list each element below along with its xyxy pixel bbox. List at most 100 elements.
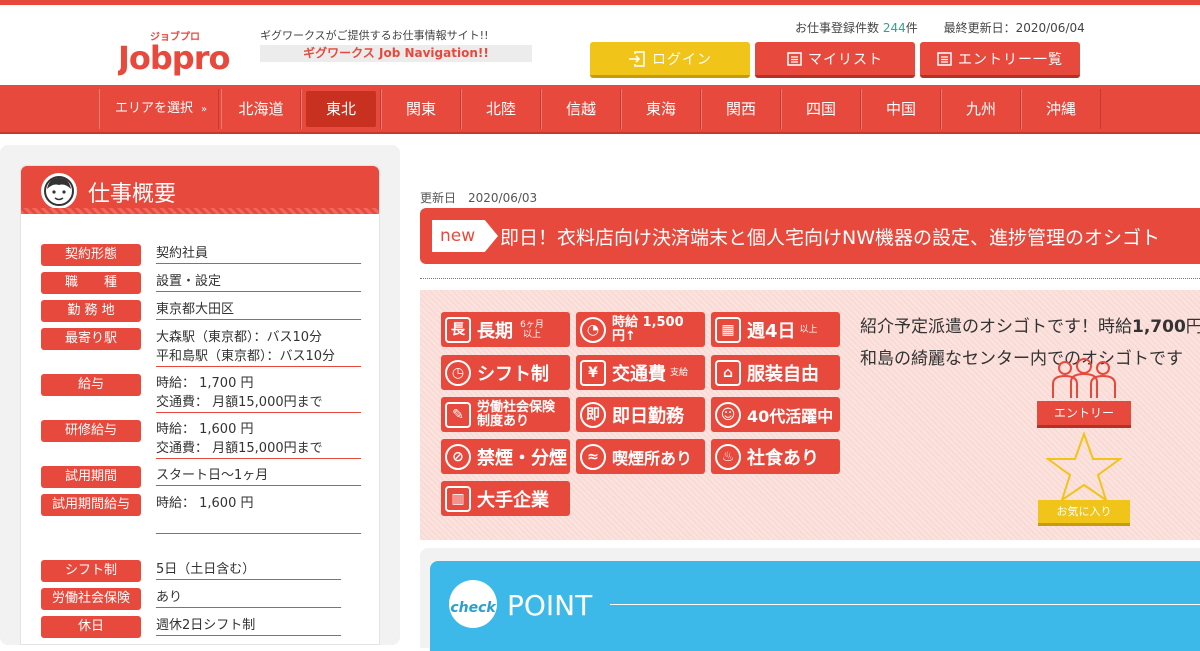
favorite-button[interactable]: お気に入り — [1038, 431, 1130, 527]
login-label: ログイン — [652, 51, 712, 68]
cigarette-icon: ≈ — [580, 443, 606, 470]
nav-item-kansai[interactable]: 関西 — [701, 89, 781, 129]
feature-badge-no-smoking: ⊘ 禁煙・分煙 — [441, 439, 570, 474]
badge-text: 禁煙・分煙 — [477, 447, 567, 469]
entry-button[interactable]: エントリー — [1037, 358, 1131, 428]
intro-text: 円 — [1185, 317, 1200, 337]
row-value: 時給： 1,700 円 交通費： 月額15,000円まで — [156, 374, 361, 413]
list-icon — [787, 51, 802, 66]
last-updated: 最終更新日：2020/06/04 — [943, 21, 1085, 35]
nav-item-tokai[interactable]: 東海 — [621, 89, 701, 129]
tagline: ギグワークスがご提供するお仕事情報サイト!! — [260, 29, 489, 42]
nav-item-label: 信越 — [565, 100, 596, 118]
feature-badge-same-day: 即 即日勤務 — [576, 397, 705, 432]
summary-title: 仕事概要 — [88, 182, 177, 207]
nav-item-kanto[interactable]: 関東 — [381, 89, 461, 129]
site-header: ジョブプロ Jobpro ギグワークスがご提供するお仕事情報サイト!! ギグワー… — [0, 5, 1200, 85]
nav-item-label: 東海 — [645, 100, 676, 118]
tagline-bar: ギグワークス Job Navigation!! — [260, 45, 532, 62]
money-icon: ¥ — [580, 359, 606, 386]
job-title: 即日！衣料店向け決済端末と個人宅向けNW機器の設定、進捗管理のオシゴト — [500, 227, 1161, 249]
count-value: 244 — [882, 21, 906, 35]
entry-list-button[interactable]: エントリー一覧 — [920, 42, 1080, 78]
row-label: 職 種 — [41, 272, 141, 294]
site-stats: お仕事登録件数 244件 最終更新日：2020/06/04 — [795, 19, 1085, 36]
badge-text: 時給 1,500円↑ — [612, 314, 684, 344]
feature-badge-shift: ◷ シフト制 — [441, 355, 570, 390]
nav-item-label: 沖縄 — [1045, 100, 1076, 118]
feature-badge-hourly: ◔ 時給 1,500円↑ — [576, 312, 705, 347]
point-divider — [610, 604, 1200, 605]
row-label: 休日 — [41, 616, 141, 638]
badge-text: 喫煙所あり — [612, 448, 693, 468]
login-button[interactable]: ログイン — [590, 42, 750, 78]
job-title-bar: new 即日！衣料店向け決済端末と個人宅向けNW機器の設定、進捗管理のオシゴト — [420, 208, 1200, 264]
row-value: 契約社員 — [156, 244, 361, 264]
mylist-label: マイリスト — [808, 51, 883, 68]
svg-text:Jobpro: Jobpro — [118, 39, 229, 77]
badge-text: 交通費 — [612, 363, 666, 385]
badge-text: 週4日 — [747, 320, 796, 342]
dotted-divider — [420, 278, 1200, 279]
row-label: 勤 務 地 — [41, 300, 141, 322]
nav-item-hokkaido[interactable]: 北海道 — [221, 89, 301, 129]
row-value: 週休2日シフト制 — [156, 616, 341, 636]
mylist-button[interactable]: マイリスト — [755, 42, 915, 78]
area-select-label: エリアを選択 — [115, 101, 194, 116]
job-summary-card: 仕事概要 契約形態 契約社員 職 種 設置・設定 勤 務 地 東京都大田区 最寄… — [20, 165, 380, 645]
chevron-right-icon: » — [201, 104, 208, 115]
check-icon: check — [449, 580, 497, 628]
row-value-line: 大森駅（東京都）：バス10分 — [156, 330, 323, 345]
entry-list-label: エントリー一覧 — [958, 51, 1063, 68]
row-value: 時給： 1,600 円 交通費： 月額15,000円まで — [156, 420, 361, 459]
intro-line-2: 和島の綺麗なセンター内でのオシゴトです — [860, 349, 1183, 369]
no-smoking-icon: ⊘ — [445, 443, 471, 470]
updated-label: 更新日 — [420, 191, 457, 205]
row-label: シフト制 — [41, 560, 141, 582]
nav-item-chugoku[interactable]: 中国 — [861, 89, 941, 129]
calendar-icon: ▦ — [715, 316, 741, 343]
clock-icon: ◔ — [580, 316, 606, 343]
nav-item-label: 四国 — [805, 100, 836, 118]
feature-badge-long-term: 長 長期 6ヶ月以上 — [441, 312, 570, 347]
same-day-icon: 即 — [580, 401, 606, 428]
favorite-label: お気に入り — [1038, 500, 1130, 526]
badge-text: 大手企業 — [477, 489, 549, 511]
count-unit: 件 — [905, 21, 918, 35]
point-title: POINT — [507, 589, 593, 622]
nav-item-shinetsu[interactable]: 信越 — [541, 89, 621, 129]
nav-item-label: 北陸 — [485, 100, 516, 118]
feature-badge-transport: ¥ 交通費 支給 — [576, 355, 705, 390]
header-stripe — [21, 208, 379, 214]
area-select[interactable]: エリアを選択 » — [99, 89, 219, 129]
row-value-line: 交通費： 月額15,000円まで — [156, 441, 323, 456]
badge-text: 社食あり — [747, 447, 819, 469]
badge-text: シフト制 — [477, 363, 549, 385]
count-label: お仕事登録件数 — [795, 21, 880, 35]
row-value: 大森駅（東京都）：バス10分 平和島駅（東京都）：バス10分 — [156, 328, 361, 367]
people-icon — [1045, 358, 1123, 406]
nav-item-label: 中国 — [885, 100, 916, 118]
row-value: 設置・設定 — [156, 272, 361, 292]
nav-item-hokuriku[interactable]: 北陸 — [461, 89, 541, 129]
person-icon: ☺ — [715, 401, 741, 428]
row-value: スタート日～1ヶ月 — [156, 466, 361, 486]
nav-item-tohoku[interactable]: 東北 — [301, 89, 381, 129]
point-section: check POINT — [430, 561, 1200, 651]
jobpro-logo[interactable]: ジョブプロ Jobpro — [116, 25, 242, 81]
nav-item-okinawa[interactable]: 沖縄 — [1021, 89, 1101, 129]
nav-item-kyushu[interactable]: 九州 — [941, 89, 1021, 129]
badge-sub: 支給 — [670, 367, 689, 378]
updated-date: 2020/06/03 — [468, 191, 538, 205]
nav-item-shikoku[interactable]: 四国 — [781, 89, 861, 129]
row-value: 5日（土日含む） — [156, 560, 341, 580]
intro-text: 紹介予定派遣のオシゴトです！時給 — [860, 317, 1132, 337]
feature-badge-insurance: ✎ 労働社会保険 制度あり — [441, 397, 570, 432]
row-label: 最寄り駅 — [41, 328, 141, 350]
intro-wage: 1,700 — [1132, 317, 1186, 337]
row-value: 時給： 1,600 円 — [156, 494, 361, 534]
row-value-line: 交通費： 月額15,000円まで — [156, 395, 323, 410]
badge-text: 服装自由 — [747, 363, 819, 385]
badge-text: 長期 — [477, 320, 513, 342]
feature-badge-dress-free: ⌂ 服装自由 — [711, 355, 840, 390]
